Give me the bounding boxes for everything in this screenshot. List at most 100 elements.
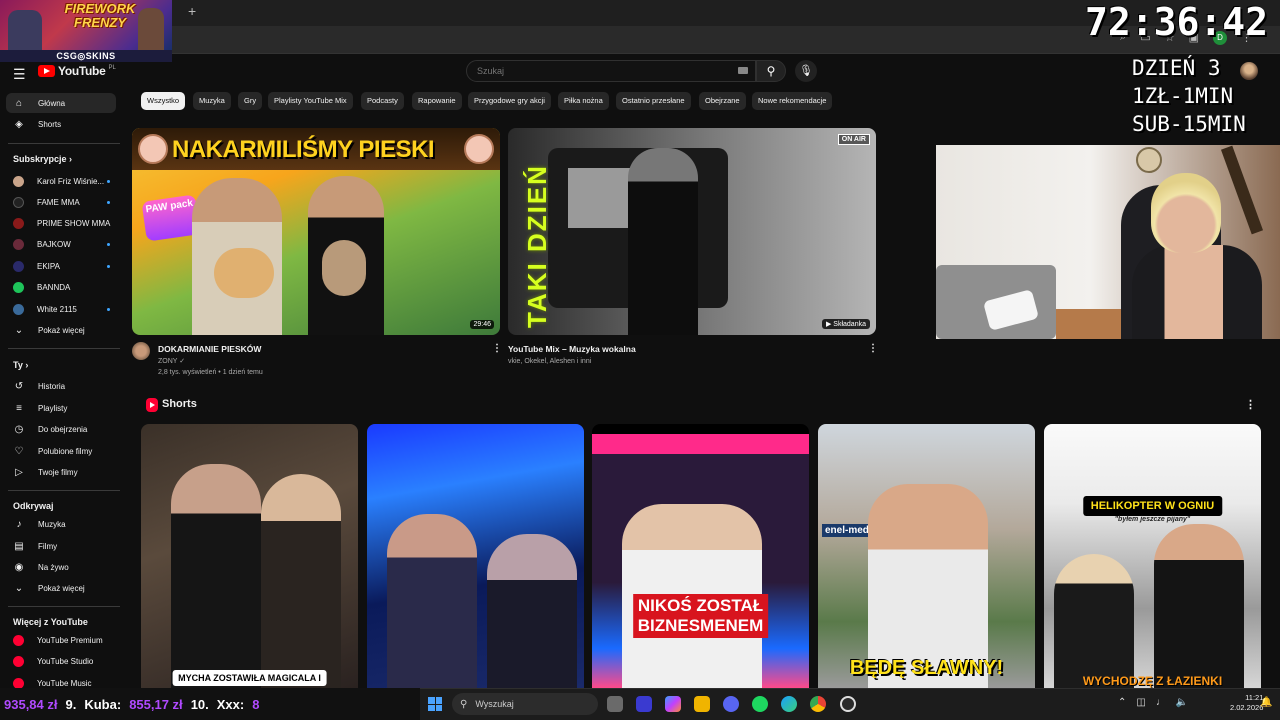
channel-avatar[interactable] — [132, 342, 150, 360]
sidebar-sub-item[interactable]: PRIME SHOW MMA — [6, 213, 116, 233]
video-duration: 29:46 — [470, 320, 494, 329]
chip-recently-uploaded[interactable]: Ostatnio przesłane — [616, 92, 691, 110]
discord-app-icon[interactable] — [723, 696, 739, 712]
sidebar-item-liked[interactable]: ♡ Polubione filmy — [6, 441, 116, 461]
you-heading[interactable]: Ty › — [13, 360, 28, 370]
microphone-icon: 🎙 — [799, 65, 813, 77]
new-tab-button[interactable]: + — [188, 3, 196, 19]
sidebar-item-films[interactable]: ▤ Filmy — [6, 536, 116, 556]
sidebar-sub-item[interactable]: BANNDA — [6, 277, 116, 297]
obs-app-icon[interactable] — [840, 696, 856, 712]
short-card[interactable] — [367, 424, 584, 688]
volume-icon[interactable]: 🔈 — [1176, 697, 1188, 708]
tray-chevron-icon[interactable]: ⌃ — [1118, 697, 1126, 708]
chip-action-adventure[interactable]: Przygodowe gry akcji — [468, 92, 551, 110]
channel-avatar — [13, 217, 24, 229]
sidebar-show-more-subs[interactable]: ⌄ Pokaż więcej — [6, 320, 116, 340]
ticker-name: Xxx: — [216, 696, 245, 712]
video-channel-name[interactable]: ZONY ✓ — [158, 356, 185, 367]
sidebar-item-youtube-studio[interactable]: YouTube Studio — [6, 651, 116, 671]
sidebar-sub-item[interactable]: EKIPA — [6, 256, 116, 276]
banner-character-left — [8, 10, 42, 50]
sidebar-sub-item[interactable]: White 2115 — [6, 299, 116, 319]
chip-podcasts[interactable]: Podcasty — [361, 92, 404, 110]
new-content-dot — [107, 179, 110, 183]
thumbnail-person — [728, 156, 798, 335]
search-button[interactable]: ⚲ — [756, 60, 786, 82]
youtube-studio-icon — [13, 655, 24, 667]
channel-avatar — [13, 281, 24, 293]
sidebar-item-label: Twoje filmy — [38, 467, 78, 477]
sidebar-item-label: FAME MMA — [37, 197, 80, 207]
sidebar-item-home[interactable]: ⌂ Główna — [6, 93, 116, 113]
microphone-tray-icon[interactable]: ♩ — [1156, 697, 1166, 708]
sidebar-item-your-videos[interactable]: ▷ Twoje filmy — [6, 462, 116, 482]
sidebar-show-more-explore[interactable]: ⌄ Pokaż więcej — [6, 578, 116, 598]
windows-start-icon[interactable] — [428, 697, 442, 711]
sidebar-divider — [8, 348, 120, 349]
keyboard-icon[interactable] — [738, 67, 748, 74]
video-title[interactable]: YouTube Mix – Muzyka wokalna — [508, 344, 636, 354]
voice-search-button[interactable]: 🎙 — [795, 60, 817, 82]
network-icon[interactable]: ◫ — [1136, 697, 1145, 708]
taskbar-search[interactable]: ⚲ Wyszukaj — [452, 693, 598, 715]
youtube-logo[interactable]: YouTube PL — [38, 64, 116, 78]
sidebar-item-watch-later[interactable]: ◷ Do obejrzenia — [6, 419, 116, 439]
sidebar-item-history[interactable]: ↺ Historia — [6, 376, 116, 396]
sidebar-sub-item[interactable]: FAME MMA — [6, 192, 116, 212]
donation-ticker: 935,84 zł 9. Kuba: 855,17 zł 10. Xxx: 8 — [0, 688, 420, 720]
sidebar-item-youtube-premium[interactable]: YouTube Premium — [6, 630, 116, 650]
sidebar-item-playlists[interactable]: ≡ Playlisty — [6, 398, 116, 418]
spotify-app-icon[interactable] — [752, 696, 768, 712]
sidebar-sub-item[interactable]: Karol Friz Wiśnie... — [6, 171, 116, 191]
file-explorer-icon[interactable] — [694, 696, 710, 712]
chip-football[interactable]: Piłka nożna — [558, 92, 609, 110]
chip-all[interactable]: Wszystko — [141, 92, 186, 110]
new-content-dot — [107, 307, 110, 311]
chip-youtube-mix[interactable]: Playlisty YouTube Mix — [268, 92, 353, 110]
ticker-rank: 10. — [190, 696, 209, 712]
edge-browser-icon[interactable] — [781, 696, 797, 712]
video-thumbnail[interactable]: NAKARMILIŚMY PIESKI PAW pack 29:46 — [132, 128, 500, 335]
short-card[interactable]: NIKOŚ ZOSTAŁ BIZNESMENEM — [592, 424, 809, 688]
shorts-section-title: Shorts — [162, 398, 197, 410]
video-thumbnail[interactable]: TAKI DZIEŃ ON AIR ▶ Składanka — [508, 128, 876, 335]
hamburger-menu-icon[interactable]: ☰ — [13, 66, 26, 83]
region-code: PL — [108, 65, 116, 71]
short-card[interactable]: HELIKOPTER W OGNIU "byłem jeszcze pijany… — [1044, 424, 1261, 688]
chip-watched[interactable]: Obejrzane — [699, 92, 746, 110]
account-avatar[interactable] — [1240, 62, 1258, 80]
chrome-browser-icon[interactable] — [810, 696, 826, 712]
home-icon: ⌂ — [15, 97, 23, 109]
video-title[interactable]: DOKARMIANIE PIESKÓW — [158, 344, 261, 354]
short-card[interactable]: enel-med BĘDĘ SŁAWNY! — [818, 424, 1035, 688]
more-actions-icon[interactable]: ⋮ — [492, 343, 502, 354]
sidebar-item-music[interactable]: ♪ Muzyka — [6, 514, 116, 534]
subscriptions-heading[interactable]: Subskrypcje › — [13, 154, 72, 164]
shorts-logo-icon — [146, 398, 158, 412]
search-input[interactable] — [467, 61, 717, 81]
webcam-streamer-head — [1151, 173, 1221, 253]
sidebar-item-live[interactable]: ◉ Na żywo — [6, 557, 116, 577]
taskbar-clock[interactable]: 11:21 2.02.2026 — [1230, 693, 1263, 713]
chip-music[interactable]: Muzyka — [193, 92, 231, 110]
chip-games[interactable]: Gry — [238, 92, 263, 110]
store-app-icon[interactable] — [636, 696, 652, 712]
sidebar-item-shorts[interactable]: ◈ Shorts — [6, 114, 116, 134]
copilot-app-icon[interactable] — [665, 696, 681, 712]
webcam-streamer-body — [1132, 245, 1262, 339]
sidebar-item-label: YouTube Music — [37, 678, 92, 688]
sidebar-sub-item[interactable]: BAJKOW — [6, 234, 116, 254]
explore-heading: Odkrywaj — [13, 501, 54, 511]
more-actions-icon[interactable]: ⋮ — [868, 343, 878, 354]
on-air-badge: ON AIR — [837, 134, 870, 145]
channel-avatar — [13, 303, 24, 315]
sidebar-item-label: Główna — [38, 98, 66, 108]
task-view-icon[interactable] — [607, 696, 623, 712]
short-card[interactable]: MYCHA ZOSTAWIŁA MAGICALA I — [141, 424, 358, 688]
more-actions-icon[interactable]: ⋮ — [1245, 398, 1256, 411]
notification-icon[interactable]: 🔔 — [1260, 697, 1272, 708]
history-icon: ↺ — [14, 380, 24, 392]
chip-rap[interactable]: Rapowanie — [412, 92, 462, 110]
chip-new-recommendations[interactable]: Nowe rekomendacje — [752, 92, 833, 110]
